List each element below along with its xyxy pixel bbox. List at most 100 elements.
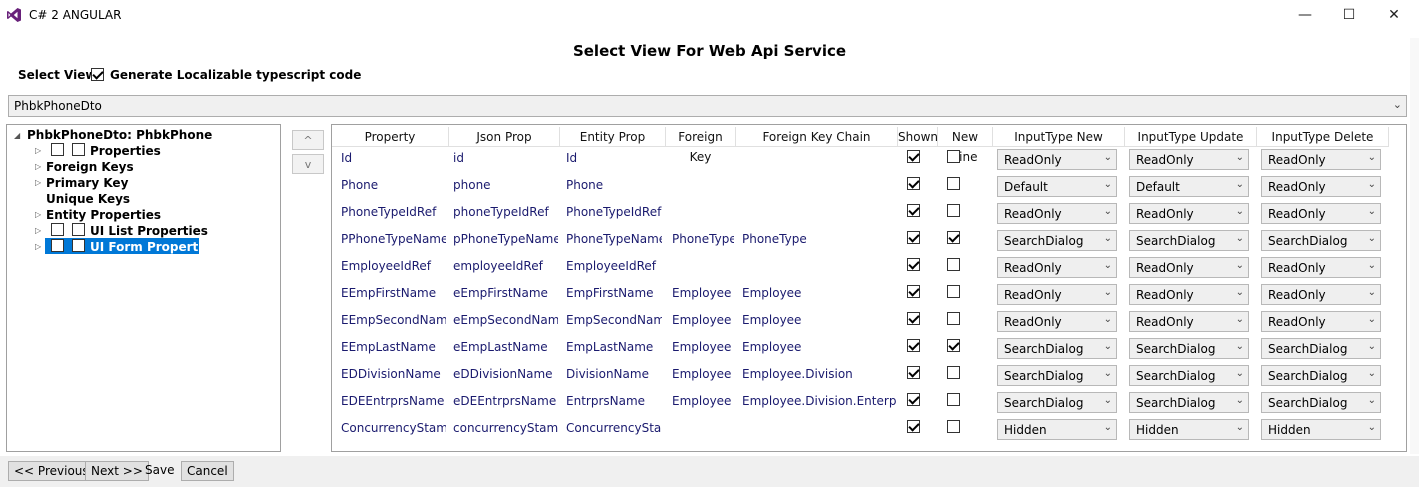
shown-checkbox[interactable] [907,285,920,298]
shown-checkbox[interactable] [907,312,920,325]
inputtype-delete-select[interactable]: ReadOnly ⌄ [1261,257,1381,278]
shown-checkbox[interactable] [907,204,920,217]
cell-entity-prop[interactable]: EntrprsName [566,394,662,408]
cell-foreign-key[interactable]: Employee [672,313,734,327]
inputtype-update-select[interactable]: SearchDialog ⌄ [1129,365,1249,386]
collapsed-arrow-icon[interactable]: ▷ [35,162,41,171]
move-up-button[interactable]: ^ [292,130,324,150]
inputtype-new-select[interactable]: SearchDialog ⌄ [997,230,1117,251]
shown-checkbox[interactable] [907,339,920,352]
inputtype-new-select[interactable]: ReadOnly ⌄ [997,284,1117,305]
cell-json-prop[interactable]: eEmpSecondName [453,313,558,327]
inputtype-new-select[interactable]: ReadOnly ⌄ [997,257,1117,278]
inputtype-delete-select[interactable]: SearchDialog ⌄ [1261,230,1381,251]
cell-json-prop[interactable]: phoneTypeIdRef [453,205,558,219]
inputtype-delete-select[interactable]: ReadOnly ⌄ [1261,176,1381,197]
inputtype-new-select[interactable]: ReadOnly ⌄ [997,149,1117,170]
view-select-combo[interactable]: PhbkPhoneDto ⌄ [8,95,1407,117]
cell-json-prop[interactable]: eDEEntrprsName [453,394,558,408]
cell-foreign-key[interactable]: Employee [672,394,734,408]
cell-foreign-key-chain[interactable]: Employee [742,286,897,300]
inputtype-delete-select[interactable]: ReadOnly ⌄ [1261,311,1381,332]
cell-entity-prop[interactable]: EmployeeIdRef [566,259,662,273]
new-line-checkbox[interactable] [947,420,960,433]
inputtype-update-select[interactable]: ReadOnly ⌄ [1129,311,1249,332]
cell-property[interactable]: EEmpSecondName [341,313,446,327]
properties-grid[interactable]: Property Json Prop Entity Prop Foreign K… [331,124,1407,452]
cell-property[interactable]: EmployeeIdRef [341,259,446,273]
tree-checkbox[interactable] [72,239,85,252]
tree-item-entity-properties[interactable]: Entity Properties [46,208,161,222]
shown-checkbox[interactable] [907,177,920,190]
shown-checkbox[interactable] [907,258,920,271]
move-down-button[interactable]: v [292,154,324,174]
cell-foreign-key[interactable]: PhoneType [672,232,734,246]
inputtype-delete-select[interactable]: ReadOnly ⌄ [1261,284,1381,305]
tree-item-ui-list-properties[interactable]: UI List Properties [90,224,208,238]
cell-json-prop[interactable]: concurrencyStamp [453,421,558,435]
column-header-entity-prop[interactable]: Entity Prop [560,127,666,147]
cell-foreign-key-chain[interactable]: Employee [742,313,897,327]
tree-item-properties[interactable]: Properties [90,144,161,158]
inputtype-update-select[interactable]: Hidden ⌄ [1129,419,1249,440]
cell-json-prop[interactable]: id [453,151,558,165]
tree-checkbox[interactable] [72,143,85,156]
cell-property[interactable]: EEmpFirstName [341,286,446,300]
column-header-foreign-key[interactable]: Foreign Key [666,127,736,164]
cell-entity-prop[interactable]: EmpFirstName [566,286,662,300]
inputtype-delete-select[interactable]: Hidden ⌄ [1261,419,1381,440]
next-button[interactable]: Next >> [85,461,149,481]
inputtype-delete-select[interactable]: ReadOnly ⌄ [1261,149,1381,170]
new-line-checkbox[interactable] [947,177,960,190]
cell-entity-prop[interactable]: ConcurrencyStamp [566,421,662,435]
column-header-json-prop[interactable]: Json Prop [449,127,560,147]
window-scrollbar[interactable] [1410,38,1419,454]
cell-entity-prop[interactable]: PhoneTypeName [566,232,662,246]
new-line-checkbox[interactable] [947,312,960,325]
cell-entity-prop[interactable]: EmpSecondName [566,313,662,327]
cell-json-prop[interactable]: employeeIdRef [453,259,558,273]
collapsed-arrow-icon[interactable]: ▷ [35,146,41,155]
cell-entity-prop[interactable]: Phone [566,178,662,192]
cell-property[interactable]: EDEEntrprsName [341,394,446,408]
minimize-button[interactable]: — [1290,4,1320,26]
column-header-inputtype-delete[interactable]: InputType Delete [1257,127,1389,147]
column-header-inputtype-update[interactable]: InputType Update [1125,127,1257,147]
column-header-new-line[interactable]: New Line [938,127,993,164]
cell-foreign-key[interactable]: Employee [672,286,734,300]
inputtype-new-select[interactable]: SearchDialog ⌄ [997,338,1117,359]
cell-property[interactable]: Phone [341,178,446,192]
column-header-property[interactable]: Property [332,127,449,147]
inputtype-update-select[interactable]: SearchDialog ⌄ [1129,392,1249,413]
cell-foreign-key-chain[interactable]: Employee.Division [742,367,897,381]
cell-entity-prop[interactable]: EmpLastName [566,340,662,354]
maximize-button[interactable]: ☐ [1334,4,1364,26]
tree-checkbox[interactable] [72,223,85,236]
new-line-checkbox[interactable] [947,339,960,352]
new-line-checkbox[interactable] [947,258,960,271]
inputtype-new-select[interactable]: Hidden ⌄ [997,419,1117,440]
inputtype-new-select[interactable]: ReadOnly ⌄ [997,311,1117,332]
generate-localizable-checkbox[interactable] [91,68,104,81]
inputtype-update-select[interactable]: ReadOnly ⌄ [1129,149,1249,170]
cell-foreign-key-chain[interactable]: PhoneType [742,232,897,246]
cell-foreign-key[interactable]: Employee [672,340,734,354]
cell-foreign-key[interactable]: Employee [672,367,734,381]
new-line-checkbox[interactable] [947,366,960,379]
cell-foreign-key-chain[interactable]: Employee [742,340,897,354]
cell-entity-prop[interactable]: PhoneTypeIdRef [566,205,662,219]
cell-json-prop[interactable]: phone [453,178,558,192]
tree-item-ui-form-properties[interactable]: UI Form Properties [90,240,218,254]
column-header-inputtype-new[interactable]: InputType New [993,127,1125,147]
inputtype-update-select[interactable]: SearchDialog ⌄ [1129,338,1249,359]
view-tree[interactable]: ◢ PhbkPhoneDto: PhbkPhone ▷ Properties ▷… [6,124,281,452]
collapsed-arrow-icon[interactable]: ▷ [35,210,41,219]
cell-property[interactable]: PPhoneTypeName [341,232,446,246]
shown-checkbox[interactable] [907,150,920,163]
new-line-checkbox[interactable] [947,231,960,244]
shown-checkbox[interactable] [907,231,920,244]
tree-item-foreign-keys[interactable]: Foreign Keys [46,160,134,174]
save-button[interactable]: Save [145,463,174,477]
previous-button[interactable]: << Previous [8,461,95,481]
inputtype-update-select[interactable]: SearchDialog ⌄ [1129,230,1249,251]
